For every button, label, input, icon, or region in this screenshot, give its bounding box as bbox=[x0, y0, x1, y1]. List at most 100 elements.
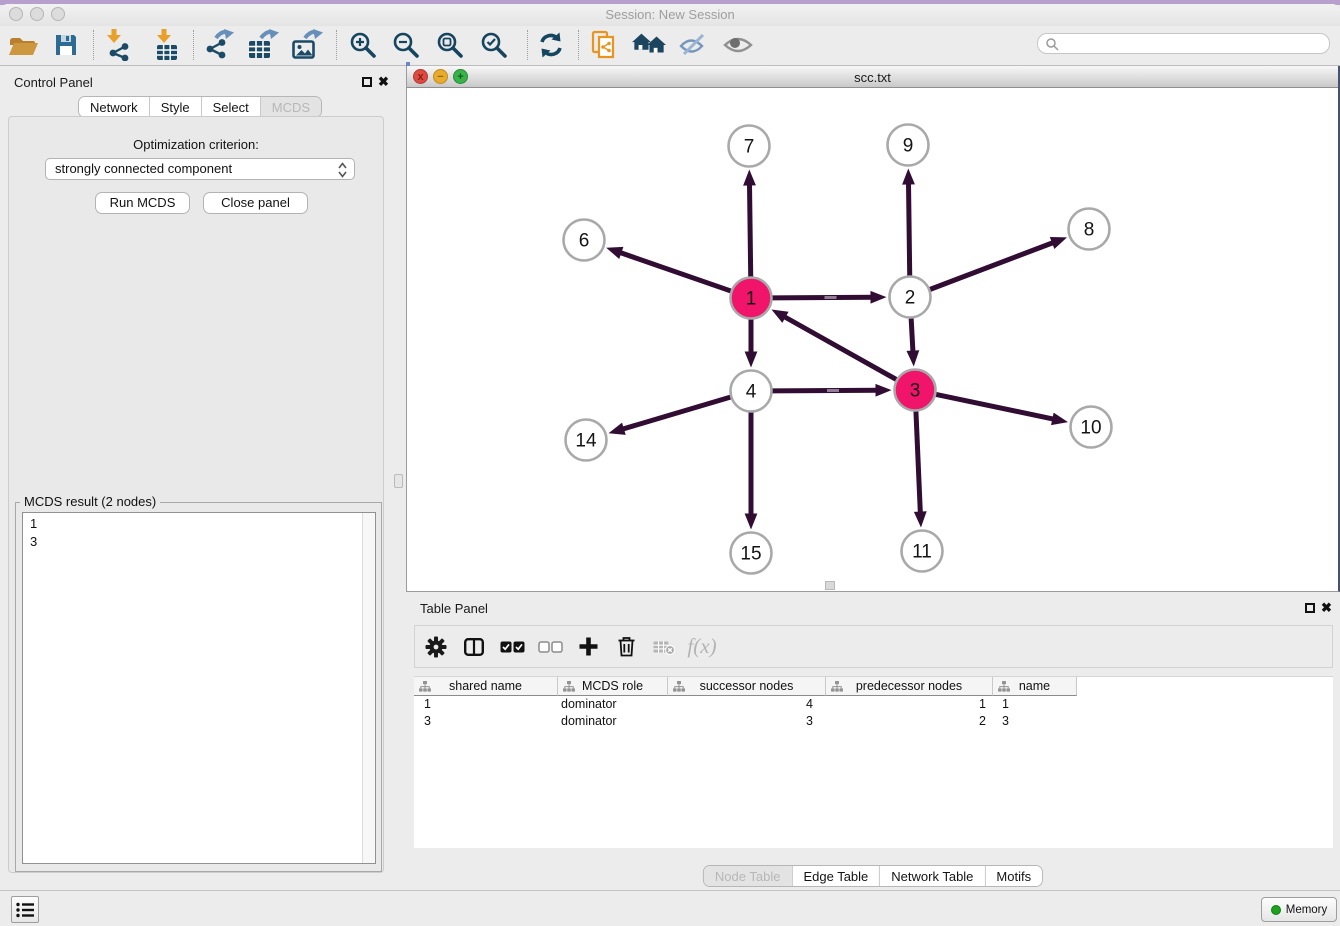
table-row[interactable]: 3dominator323 bbox=[414, 713, 1333, 730]
select-all-icon[interactable] bbox=[493, 641, 531, 653]
edge-3-11[interactable] bbox=[916, 411, 921, 515]
save-icon[interactable] bbox=[49, 28, 83, 62]
import-table-icon[interactable] bbox=[150, 28, 184, 62]
network-graph: 7968124314101511 bbox=[407, 88, 1338, 591]
tab-network-table[interactable]: Network Table bbox=[879, 866, 984, 886]
refresh-icon[interactable] bbox=[534, 28, 568, 62]
tab-style[interactable]: Style bbox=[149, 97, 201, 117]
window-titlebar[interactable]: Session: New Session bbox=[0, 4, 1340, 26]
tab-select[interactable]: Select bbox=[201, 97, 260, 117]
table-cell[interactable]: 1 bbox=[414, 696, 558, 713]
edge-2-3[interactable] bbox=[911, 318, 913, 354]
column-header-MCDS-role[interactable]: MCDS role bbox=[558, 677, 668, 696]
column-header-predecessor-nodes[interactable]: predecessor nodes bbox=[826, 677, 993, 696]
add-column-icon[interactable] bbox=[569, 637, 607, 656]
control-panel: Control Panel ✖ NetworkStyleSelectMCDS O… bbox=[0, 67, 392, 894]
table-cell[interactable]: 2 bbox=[826, 713, 993, 730]
network-window-titlebar[interactable]: x − + scc.txt bbox=[407, 66, 1338, 88]
show-view-icon[interactable] bbox=[721, 28, 755, 62]
network-canvas[interactable]: 7968124314101511 bbox=[407, 88, 1338, 591]
tab-node-table[interactable]: Node Table bbox=[704, 866, 792, 886]
column-header-shared-name[interactable]: shared name bbox=[414, 677, 558, 696]
float-panel-button[interactable] bbox=[362, 77, 372, 87]
graph-node-label: 7 bbox=[744, 137, 755, 158]
table-cell[interactable]: 1 bbox=[826, 696, 993, 713]
table-row[interactable]: 1dominator411 bbox=[414, 696, 1333, 713]
table-cell[interactable]: 3 bbox=[414, 713, 558, 730]
edge-3-1[interactable] bbox=[782, 315, 896, 379]
edge-4-14[interactable] bbox=[620, 397, 730, 430]
search-icon bbox=[1046, 38, 1059, 51]
column-label: MCDS role bbox=[582, 679, 643, 693]
export-network-icon[interactable] bbox=[202, 28, 236, 62]
edge-label-mark bbox=[827, 389, 839, 392]
tab-motifs[interactable]: Motifs bbox=[984, 866, 1042, 886]
mcds-result-title: MCDS result (2 nodes) bbox=[20, 494, 160, 509]
edge-1-6[interactable] bbox=[618, 252, 731, 291]
graph-node-label: 9 bbox=[903, 136, 914, 157]
edge-arrowhead bbox=[745, 514, 758, 530]
panel-splitter-handle[interactable] bbox=[394, 474, 403, 488]
zoom-selected-icon[interactable] bbox=[477, 28, 511, 62]
select-spinner-icon bbox=[338, 162, 347, 178]
table-cell[interactable]: dominator bbox=[558, 696, 668, 713]
table-cell[interactable]: 1 bbox=[993, 696, 1077, 713]
toolbar-separator bbox=[527, 30, 528, 60]
table-settings-gear-icon[interactable] bbox=[417, 636, 455, 658]
zoom-fit-icon[interactable] bbox=[433, 28, 467, 62]
column-header-successor-nodes[interactable]: successor nodes bbox=[668, 677, 826, 696]
edge-arrowhead bbox=[771, 309, 788, 322]
hide-labels-icon[interactable] bbox=[676, 28, 710, 62]
tab-edge-table[interactable]: Edge Table bbox=[791, 866, 879, 886]
edge-2-9[interactable] bbox=[908, 180, 909, 275]
task-history-button[interactable] bbox=[11, 896, 39, 923]
table-cell[interactable]: 4 bbox=[668, 696, 826, 713]
column-label: successor nodes bbox=[700, 679, 794, 693]
table-cell[interactable]: dominator bbox=[558, 713, 668, 730]
zoom-out-icon[interactable] bbox=[389, 28, 423, 62]
deselect-all-icon[interactable] bbox=[531, 641, 569, 653]
edge-arrowhead bbox=[1050, 237, 1067, 249]
edge-1-2[interactable] bbox=[772, 297, 874, 298]
column-header-name[interactable]: name bbox=[993, 677, 1077, 696]
open-folder-icon[interactable] bbox=[6, 28, 40, 62]
float-table-panel-button[interactable] bbox=[1305, 603, 1315, 613]
memory-button[interactable]: Memory bbox=[1261, 897, 1337, 922]
result-scrollbar[interactable] bbox=[362, 513, 375, 863]
home-view-icon[interactable] bbox=[632, 28, 666, 62]
share-document-icon[interactable] bbox=[588, 28, 622, 62]
result-line: 3 bbox=[30, 533, 37, 551]
export-image-icon[interactable] bbox=[290, 28, 324, 62]
column-label: name bbox=[1019, 679, 1050, 693]
import-network-icon[interactable] bbox=[102, 28, 136, 62]
function-builder-icon[interactable]: f(x) bbox=[683, 634, 721, 659]
network-window-title: scc.txt bbox=[407, 70, 1338, 85]
delete-icon[interactable] bbox=[607, 636, 645, 657]
control-panel-tabs: NetworkStyleSelectMCDS bbox=[78, 96, 322, 118]
table-cell[interactable]: 3 bbox=[668, 713, 826, 730]
edge-2-8[interactable] bbox=[930, 242, 1056, 290]
table-cell[interactable]: 3 bbox=[993, 713, 1077, 730]
select-columns-icon[interactable] bbox=[455, 638, 493, 656]
optimization-criterion-select[interactable]: strongly connected component bbox=[45, 158, 355, 180]
edge-1-7[interactable] bbox=[749, 181, 750, 276]
table-panel: Table Panel ✖ f(x) bbox=[406, 594, 1340, 890]
search-input[interactable] bbox=[1037, 33, 1330, 54]
run-mcds-button[interactable]: Run MCDS bbox=[95, 192, 190, 214]
export-table-icon[interactable] bbox=[246, 28, 280, 62]
table-toolbar: f(x) bbox=[414, 625, 1333, 668]
close-panel-button[interactable]: Close panel bbox=[203, 192, 308, 214]
tab-network[interactable]: Network bbox=[79, 97, 149, 117]
delete-table-icon[interactable] bbox=[645, 639, 683, 655]
canvas-resize-handle[interactable] bbox=[825, 581, 835, 590]
close-panel-button[interactable]: ✖ bbox=[378, 77, 389, 87]
tab-mcds[interactable]: MCDS bbox=[260, 97, 321, 117]
zoom-in-icon[interactable] bbox=[346, 28, 380, 62]
column-label: shared name bbox=[449, 679, 522, 693]
edge-4-3[interactable] bbox=[772, 390, 879, 391]
mcds-result-text[interactable]: 13 bbox=[22, 512, 376, 864]
window-title: Session: New Session bbox=[0, 7, 1340, 22]
close-table-panel-button[interactable]: ✖ bbox=[1321, 603, 1332, 613]
edge-3-10[interactable] bbox=[936, 394, 1056, 419]
mcds-panel: Optimization criterion: strongly connect… bbox=[8, 116, 384, 873]
